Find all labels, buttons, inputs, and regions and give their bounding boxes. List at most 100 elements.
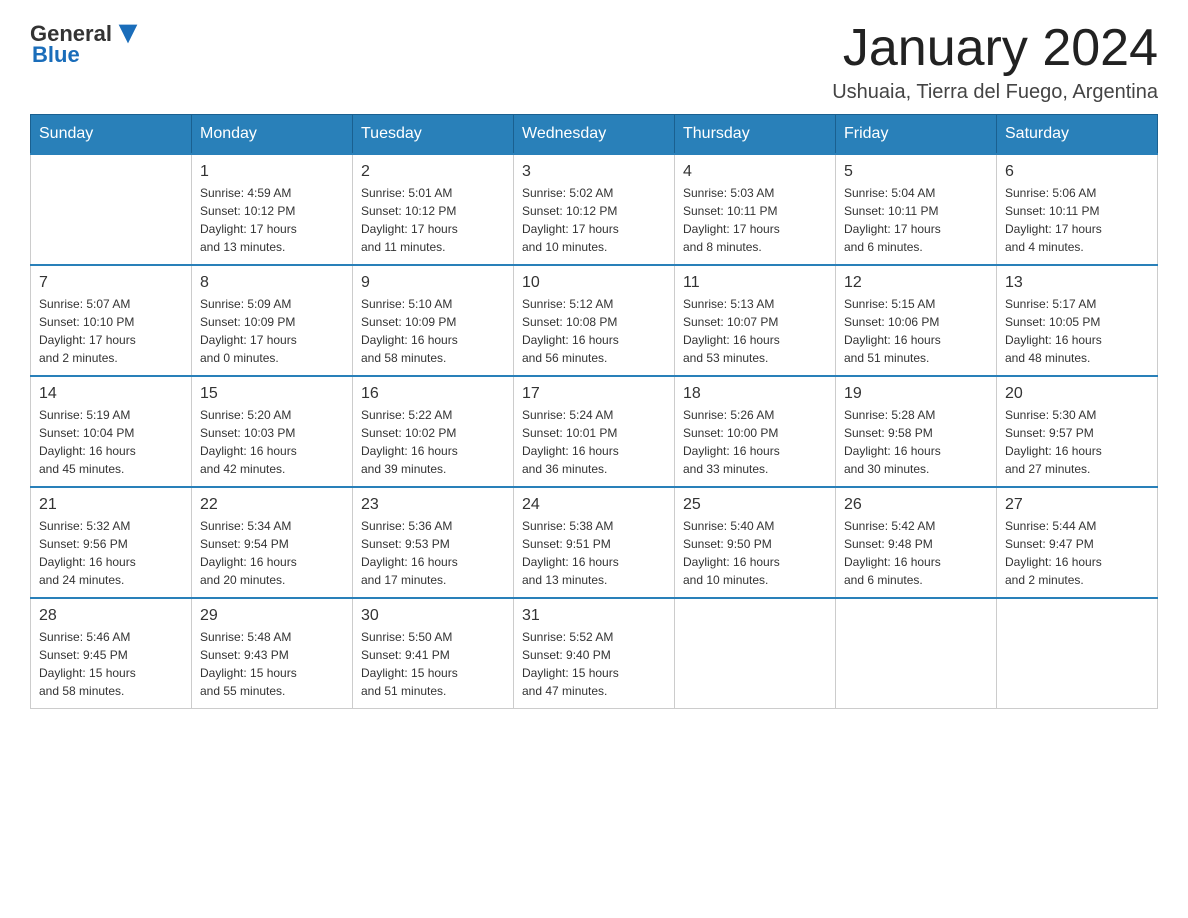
day-info: Sunrise: 5:38 AMSunset: 9:51 PMDaylight:… <box>522 517 666 589</box>
day-cell: 12 Sunrise: 5:15 AMSunset: 10:06 PMDaylig… <box>836 265 997 376</box>
day-info: Sunrise: 5:34 AMSunset: 9:54 PMDaylight:… <box>200 517 344 589</box>
day-info: Sunrise: 5:13 AMSunset: 10:07 PMDaylight… <box>683 295 827 367</box>
day-cell: 6 Sunrise: 5:06 AMSunset: 10:11 PMDayligh… <box>997 154 1158 265</box>
day-info: Sunrise: 5:07 AMSunset: 10:10 PMDaylight… <box>39 295 183 367</box>
day-number: 8 <box>200 274 344 292</box>
day-info: Sunrise: 5:22 AMSunset: 10:02 PMDaylight… <box>361 406 505 478</box>
day-cell <box>675 598 836 709</box>
day-cell: 19 Sunrise: 5:28 AMSunset: 9:58 PMDayligh… <box>836 376 997 487</box>
day-number: 2 <box>361 163 505 181</box>
day-info: Sunrise: 5:06 AMSunset: 10:11 PMDaylight… <box>1005 184 1149 256</box>
day-cell: 4Sunrise: 5:03 AMSunset: 10:11 PMDayligh… <box>675 154 836 265</box>
weekday-header-monday: Monday <box>192 115 353 155</box>
day-info: Sunrise: 5:01 AMSunset: 10:12 PMDaylight… <box>361 184 505 256</box>
day-number: 19 <box>844 385 988 403</box>
day-number: 29 <box>200 607 344 625</box>
day-cell: 29 Sunrise: 5:48 AMSunset: 9:43 PMDayligh… <box>192 598 353 709</box>
day-number: 9 <box>361 274 505 292</box>
day-info: Sunrise: 5:32 AMSunset: 9:56 PMDaylight:… <box>39 517 183 589</box>
day-info: Sunrise: 5:20 AMSunset: 10:03 PMDaylight… <box>200 406 344 478</box>
day-info: Sunrise: 5:42 AMSunset: 9:48 PMDaylight:… <box>844 517 988 589</box>
day-info: Sunrise: 5:46 AMSunset: 9:45 PMDaylight:… <box>39 628 183 700</box>
day-cell: 25Sunrise: 5:40 AMSunset: 9:50 PMDayligh… <box>675 487 836 598</box>
day-cell: 1Sunrise: 4:59 AMSunset: 10:12 PMDayligh… <box>192 154 353 265</box>
location-subtitle: Ushuaia, Tierra del Fuego, Argentina <box>832 81 1158 104</box>
day-info: Sunrise: 5:09 AMSunset: 10:09 PMDaylight… <box>200 295 344 367</box>
day-cell: 26 Sunrise: 5:42 AMSunset: 9:48 PMDayligh… <box>836 487 997 598</box>
weekday-header-tuesday: Tuesday <box>353 115 514 155</box>
day-cell: 3Sunrise: 5:02 AMSunset: 10:12 PMDayligh… <box>514 154 675 265</box>
day-info: Sunrise: 5:15 AMSunset: 10:06 PMDaylight… <box>844 295 988 367</box>
day-number: 11 <box>683 274 827 292</box>
day-cell: 17 Sunrise: 5:24 AMSunset: 10:01 PMDaylig… <box>514 376 675 487</box>
day-number: 24 <box>522 496 666 514</box>
weekday-header-thursday: Thursday <box>675 115 836 155</box>
day-cell: 16 Sunrise: 5:22 AMSunset: 10:02 PMDaylig… <box>353 376 514 487</box>
day-number: 18 <box>683 385 827 403</box>
weekday-header-row: SundayMondayTuesdayWednesdayThursdayFrid… <box>31 115 1158 155</box>
day-info: Sunrise: 5:26 AMSunset: 10:00 PMDaylight… <box>683 406 827 478</box>
day-info: Sunrise: 5:02 AMSunset: 10:12 PMDaylight… <box>522 184 666 256</box>
day-cell: 28Sunrise: 5:46 AMSunset: 9:45 PMDayligh… <box>31 598 192 709</box>
week-row-3: 14 Sunrise: 5:19 AMSunset: 10:04 PMDaylig… <box>31 376 1158 487</box>
day-cell: 18 Sunrise: 5:26 AMSunset: 10:00 PMDaylig… <box>675 376 836 487</box>
day-cell: 11 Sunrise: 5:13 AMSunset: 10:07 PMDaylig… <box>675 265 836 376</box>
day-number: 21 <box>39 496 183 514</box>
day-number: 1 <box>200 163 344 181</box>
day-cell: 14 Sunrise: 5:19 AMSunset: 10:04 PMDaylig… <box>31 376 192 487</box>
day-number: 26 <box>844 496 988 514</box>
day-info: Sunrise: 5:44 AMSunset: 9:47 PMDaylight:… <box>1005 517 1149 589</box>
day-cell: 13 Sunrise: 5:17 AMSunset: 10:05 PMDaylig… <box>997 265 1158 376</box>
day-cell: 15 Sunrise: 5:20 AMSunset: 10:03 PMDaylig… <box>192 376 353 487</box>
logo: General Blue <box>30 20 142 68</box>
day-cell: 10 Sunrise: 5:12 AMSunset: 10:08 PMDaylig… <box>514 265 675 376</box>
day-number: 12 <box>844 274 988 292</box>
day-number: 17 <box>522 385 666 403</box>
day-cell: 21 Sunrise: 5:32 AMSunset: 9:56 PMDayligh… <box>31 487 192 598</box>
day-cell: 30Sunrise: 5:50 AMSunset: 9:41 PMDayligh… <box>353 598 514 709</box>
page-header: General Blue January 2024 Ushuaia, Tierr… <box>30 20 1158 104</box>
day-cell: 9Sunrise: 5:10 AMSunset: 10:09 PMDayligh… <box>353 265 514 376</box>
day-info: Sunrise: 5:17 AMSunset: 10:05 PMDaylight… <box>1005 295 1149 367</box>
week-row-4: 21 Sunrise: 5:32 AMSunset: 9:56 PMDayligh… <box>31 487 1158 598</box>
day-number: 4 <box>683 163 827 181</box>
weekday-header-sunday: Sunday <box>31 115 192 155</box>
day-info: Sunrise: 5:40 AMSunset: 9:50 PMDaylight:… <box>683 517 827 589</box>
day-cell: 24 Sunrise: 5:38 AMSunset: 9:51 PMDayligh… <box>514 487 675 598</box>
logo-triangle-icon <box>114 20 142 48</box>
day-number: 27 <box>1005 496 1149 514</box>
day-cell <box>31 154 192 265</box>
month-title: January 2024 <box>832 20 1158 77</box>
day-info: Sunrise: 5:12 AMSunset: 10:08 PMDaylight… <box>522 295 666 367</box>
day-info: Sunrise: 5:52 AMSunset: 9:40 PMDaylight:… <box>522 628 666 700</box>
day-info: Sunrise: 5:28 AMSunset: 9:58 PMDaylight:… <box>844 406 988 478</box>
weekday-header-wednesday: Wednesday <box>514 115 675 155</box>
day-number: 6 <box>1005 163 1149 181</box>
day-number: 10 <box>522 274 666 292</box>
day-number: 14 <box>39 385 183 403</box>
day-info: Sunrise: 5:48 AMSunset: 9:43 PMDaylight:… <box>200 628 344 700</box>
day-cell: 23Sunrise: 5:36 AMSunset: 9:53 PMDayligh… <box>353 487 514 598</box>
day-number: 22 <box>200 496 344 514</box>
weekday-header-friday: Friday <box>836 115 997 155</box>
day-number: 15 <box>200 385 344 403</box>
day-number: 30 <box>361 607 505 625</box>
day-cell: 22 Sunrise: 5:34 AMSunset: 9:54 PMDayligh… <box>192 487 353 598</box>
day-number: 13 <box>1005 274 1149 292</box>
day-info: Sunrise: 5:24 AMSunset: 10:01 PMDaylight… <box>522 406 666 478</box>
weekday-header-saturday: Saturday <box>997 115 1158 155</box>
day-cell: 31 Sunrise: 5:52 AMSunset: 9:40 PMDayligh… <box>514 598 675 709</box>
day-cell: 8 Sunrise: 5:09 AMSunset: 10:09 PMDayligh… <box>192 265 353 376</box>
day-cell: 2 Sunrise: 5:01 AMSunset: 10:12 PMDayligh… <box>353 154 514 265</box>
day-number: 20 <box>1005 385 1149 403</box>
day-number: 31 <box>522 607 666 625</box>
title-section: January 2024 Ushuaia, Tierra del Fuego, … <box>832 20 1158 104</box>
week-row-5: 28Sunrise: 5:46 AMSunset: 9:45 PMDayligh… <box>31 598 1158 709</box>
day-cell <box>836 598 997 709</box>
day-cell: 20Sunrise: 5:30 AMSunset: 9:57 PMDayligh… <box>997 376 1158 487</box>
calendar-table: SundayMondayTuesdayWednesdayThursdayFrid… <box>30 114 1158 709</box>
day-cell <box>997 598 1158 709</box>
day-cell: 27 Sunrise: 5:44 AMSunset: 9:47 PMDayligh… <box>997 487 1158 598</box>
day-number: 16 <box>361 385 505 403</box>
day-info: Sunrise: 5:19 AMSunset: 10:04 PMDaylight… <box>39 406 183 478</box>
